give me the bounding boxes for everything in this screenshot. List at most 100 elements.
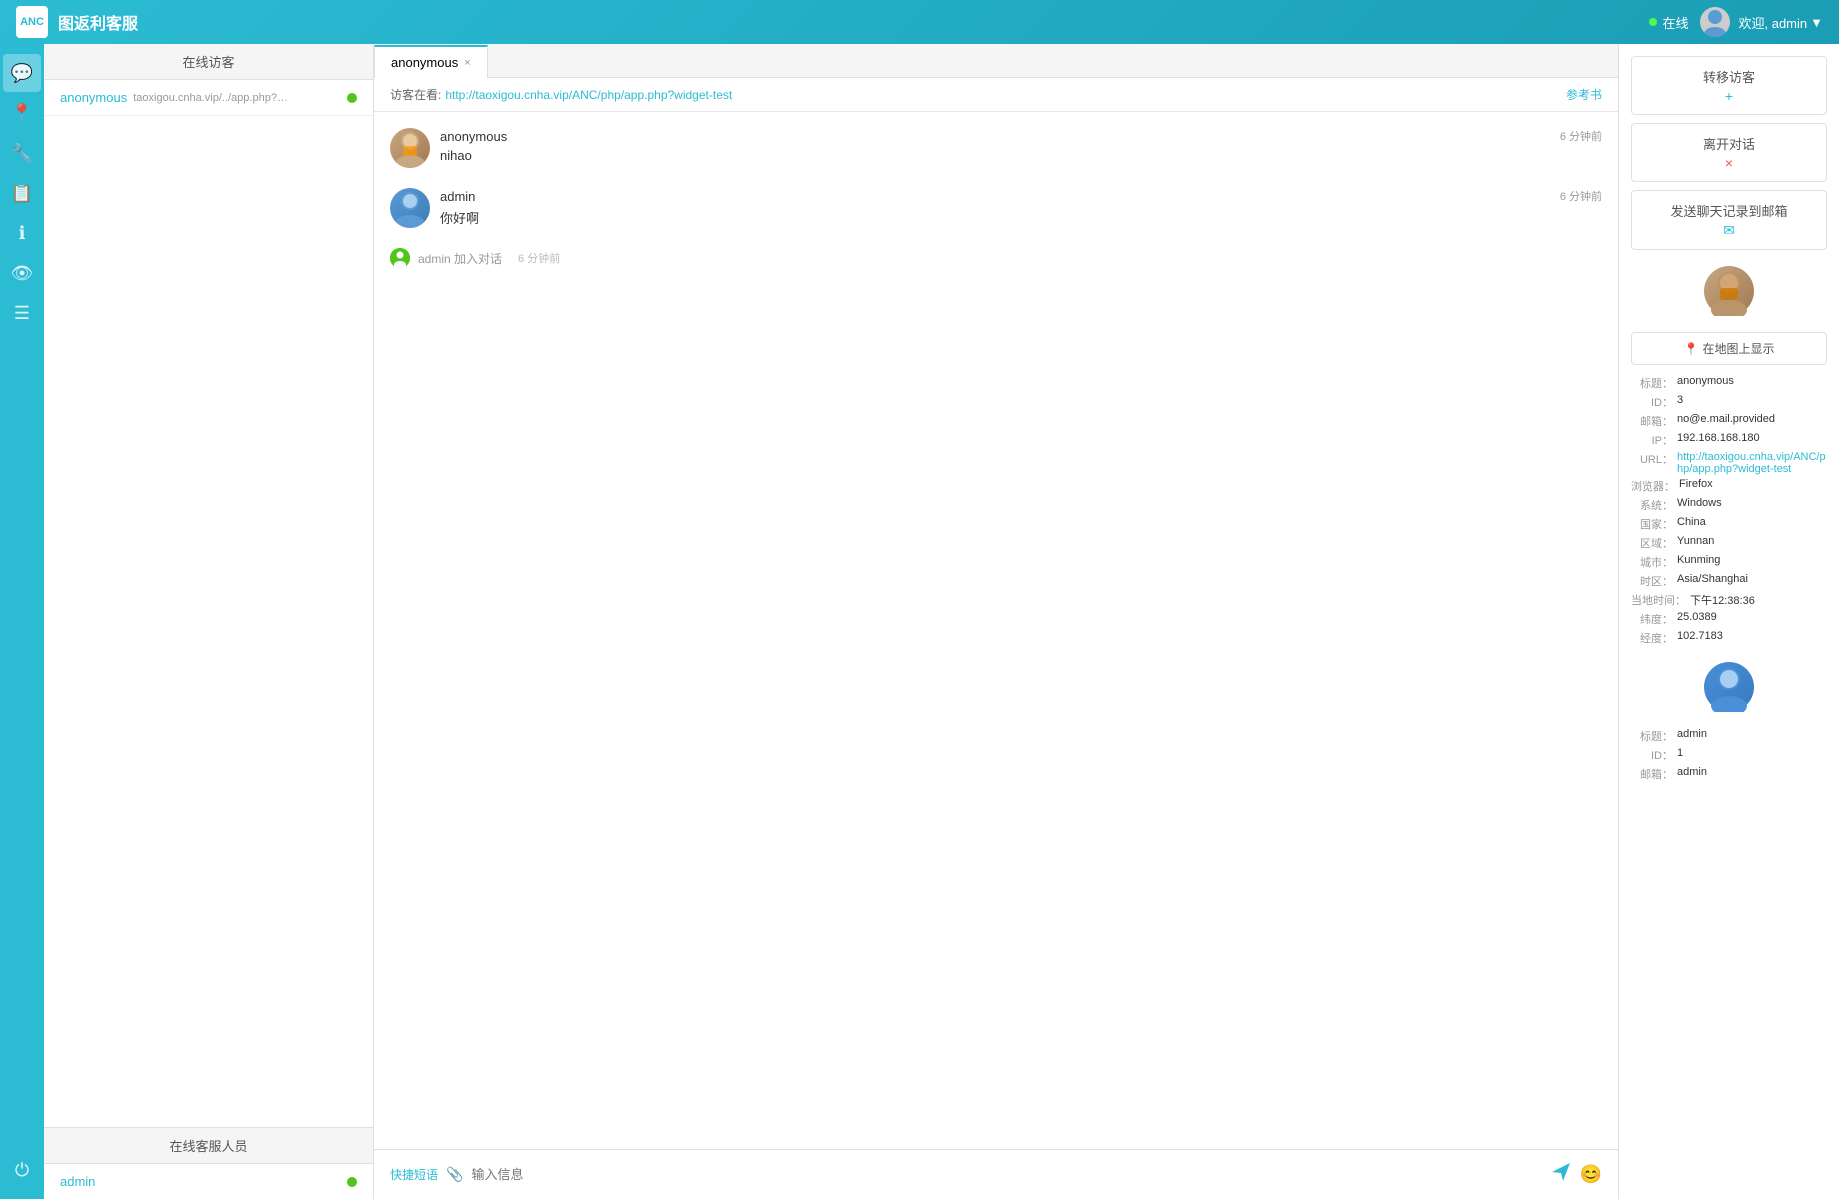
agent-online-status [347, 1177, 357, 1187]
app-title: 图返利客服 [58, 10, 138, 34]
info-label: 城市： [1631, 554, 1673, 570]
show-on-map-button[interactable]: 📍 在地图上显示 [1631, 332, 1827, 365]
send-transcript-label: 发送聊天记录到邮箱 [1670, 201, 1787, 220]
info-value-timezone: Asia/Shanghai [1677, 573, 1748, 589]
wrench-icon: 🔧 [11, 143, 33, 164]
info-label: 经度： [1631, 630, 1673, 646]
chat-tab-anonymous[interactable]: anonymous × [374, 45, 488, 78]
info-row-url: URL： http://taoxigou.cnha.vip/ANC/php/ap… [1631, 451, 1827, 475]
info-value-ip: 192.168.168.180 [1677, 432, 1760, 448]
info-label: 邮箱： [1631, 766, 1673, 782]
welcome-text: 欢迎, admin [1738, 13, 1807, 32]
agent-info-row-title: 标题： admin [1631, 728, 1827, 744]
chat-tab-label: anonymous [391, 55, 458, 70]
sidebar-item-info[interactable]: ℹ [3, 214, 41, 252]
info-row-os: 系统： Windows [1631, 497, 1827, 513]
system-message-time: 6 分钟前 [518, 250, 560, 266]
app-logo: ANC [16, 6, 48, 38]
avatar [1700, 7, 1730, 37]
agent-info-table: 标题： admin ID： 1 邮箱： admin [1631, 728, 1827, 782]
file-upload-icon[interactable]: 📎 [446, 1166, 463, 1183]
sidebar-item-service[interactable]: 📋 [3, 174, 41, 212]
send-button[interactable] [1550, 1161, 1572, 1188]
agent-list-item[interactable]: admin [44, 1164, 373, 1199]
chevron-down-icon: ▼ [1810, 15, 1823, 30]
status-indicator: 在线 [1649, 13, 1688, 32]
message-sender: anonymous [440, 129, 507, 144]
chat-input-area: 快捷短语 📎 😊 [374, 1149, 1618, 1199]
agent-info-value-email: admin [1677, 766, 1707, 782]
close-icon: × [1725, 155, 1733, 171]
visitor-name: anonymous [60, 90, 127, 105]
map-btn-label: 在地图上显示 [1702, 340, 1774, 357]
info-label: URL： [1631, 451, 1673, 475]
sidebar-item-list[interactable]: ☰ [3, 294, 41, 332]
icon-sidebar: 💬 📍 🔧 📋 ℹ 👁 ☰ ⏻ [0, 44, 44, 1199]
viewing-reference[interactable]: 参考书 [1566, 86, 1602, 103]
info-value-os: Windows [1677, 497, 1722, 513]
message-avatar-visitor [390, 128, 430, 168]
viewing-prefix: 访客在看: [390, 86, 441, 103]
send-transcript-button[interactable]: 发送聊天记录到邮箱 ✉ [1631, 190, 1827, 250]
info-value-browser: Firefox [1679, 478, 1713, 494]
visitor-info-table: 标题： anonymous ID： 3 邮箱： no@e.mail.provid… [1631, 375, 1827, 646]
info-value-id: 3 [1677, 394, 1683, 410]
topbar: ANC 图返利客服 在线 欢迎, admin ▼ [0, 0, 1839, 44]
info-row-email: 邮箱： no@e.mail.provided [1631, 413, 1827, 429]
message-content: anonymous 6 分钟前 nihao [440, 128, 1602, 168]
info-value-localtime: 下午12:38:36 [1690, 592, 1755, 608]
quick-phrase-button[interactable]: 快捷短语 [390, 1166, 438, 1183]
message-content: admin 6 分钟前 你好啊 [440, 188, 1602, 228]
message-text: 你好啊 [440, 208, 1602, 227]
email-icon: ✉ [1723, 222, 1735, 239]
message-row: anonymous 6 分钟前 nihao [390, 128, 1602, 168]
visitor-list-item[interactable]: anonymous taoxigou.cnha.vip/../app.php?w… [44, 80, 373, 116]
sidebar-item-location[interactable]: 📍 [3, 94, 41, 132]
sidebar-item-power[interactable]: ⏻ [3, 1151, 41, 1189]
message-header: anonymous 6 分钟前 [440, 128, 1602, 144]
emoji-button[interactable]: 😊 [1580, 1164, 1602, 1185]
message-avatar-admin [390, 188, 430, 228]
visitor-url: taoxigou.cnha.vip/../app.php?widget-test [133, 92, 293, 104]
transfer-visitor-button[interactable]: 转移访客 + [1631, 56, 1827, 115]
info-row-id: ID： 3 [1631, 394, 1827, 410]
sidebar-item-settings[interactable]: 🔧 [3, 134, 41, 172]
status-label: 在线 [1662, 13, 1688, 32]
plus-icon: + [1725, 88, 1733, 104]
message-input[interactable] [471, 1167, 1541, 1182]
info-value-url[interactable]: http://taoxigou.cnha.vip/ANC/php/app.php… [1677, 451, 1827, 475]
info-label: 当地时间： [1631, 592, 1686, 608]
info-label: 系统： [1631, 497, 1673, 513]
agent-name: admin [60, 1174, 95, 1189]
visitor-online-status [347, 93, 357, 103]
service-icon: 📋 [11, 183, 33, 204]
viewing-url-link[interactable]: http://taoxigou.cnha.vip/ANC/php/app.php… [445, 88, 732, 102]
agents-section-header: 在线客服人员 [44, 1128, 373, 1164]
info-row-lng: 经度： 102.7183 [1631, 630, 1827, 646]
info-label: 时区： [1631, 573, 1673, 589]
system-avatar [390, 248, 410, 268]
leave-conversation-label: 离开对话 [1703, 134, 1755, 153]
sidebar-item-chat[interactable]: 💬 [3, 54, 41, 92]
info-row-region: 区域： Yunnan [1631, 535, 1827, 551]
info-value-country: China [1677, 516, 1706, 532]
close-tab-button[interactable]: × [464, 57, 470, 69]
info-row-lat: 纬度： 25.0389 [1631, 611, 1827, 627]
user-menu[interactable]: 欢迎, admin ▼ [1700, 7, 1823, 37]
message-time: 6 分钟前 [1560, 188, 1602, 204]
info-icon: ℹ [19, 223, 26, 244]
info-label: 纬度： [1631, 611, 1673, 627]
info-row-country: 国家： China [1631, 516, 1827, 532]
sidebar-item-eye[interactable]: 👁 [3, 254, 41, 292]
visitors-section-header: 在线访客 [44, 44, 373, 80]
leave-conversation-button[interactable]: 离开对话 × [1631, 123, 1827, 182]
chat-area: anonymous × 访客在看: http://taoxigou.cnha.v… [374, 44, 1619, 1199]
status-dot [1649, 18, 1657, 26]
list-icon: ☰ [14, 303, 30, 324]
system-message: admin 加入对话 6 分钟前 [390, 248, 1602, 268]
info-label: 邮箱： [1631, 413, 1673, 429]
transfer-visitor-label: 转移访客 [1703, 67, 1755, 86]
info-value-title: anonymous [1677, 375, 1734, 391]
info-label: 区域： [1631, 535, 1673, 551]
info-value-region: Yunnan [1677, 535, 1714, 551]
